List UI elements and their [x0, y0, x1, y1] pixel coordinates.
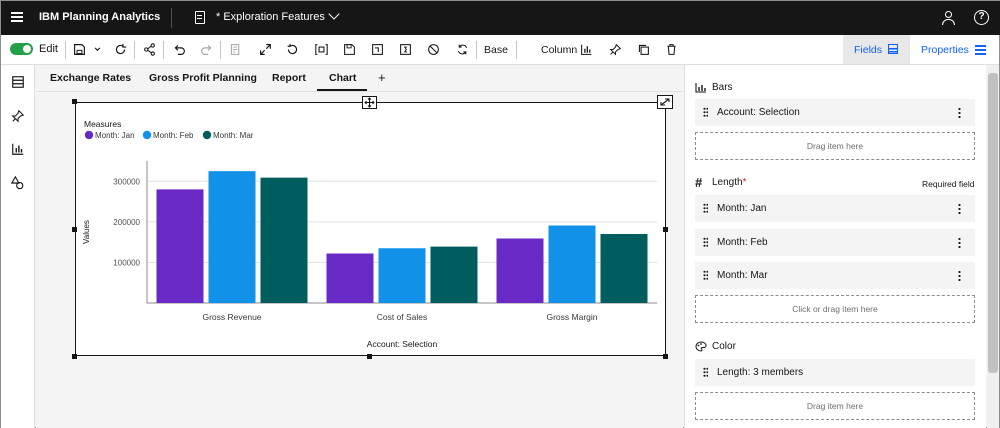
properties-tab-button[interactable]: Properties [921, 44, 969, 56]
drag-handle-icon[interactable] [703, 237, 708, 247]
left-rail [1, 65, 35, 428]
move-icon[interactable] [362, 96, 377, 109]
app-brand: IBM Planning Analytics [39, 11, 161, 23]
drag-handle-icon[interactable] [703, 367, 708, 377]
fields-tab-button[interactable]: Fields [843, 35, 910, 64]
save-view-icon[interactable] [343, 43, 356, 56]
share-icon[interactable] [143, 43, 156, 56]
tab-gross-profit-planning[interactable]: Gross Profit Planning [149, 72, 257, 84]
data-spread-icon[interactable] [371, 43, 384, 56]
refresh-icon[interactable] [114, 43, 127, 56]
maximize-icon[interactable] [259, 43, 272, 56]
save-options-chevron-icon[interactable] [93, 43, 102, 56]
tab-chart[interactable]: Chart [329, 72, 356, 84]
resize-handle[interactable] [72, 354, 77, 359]
drag-handle-icon[interactable] [703, 203, 708, 213]
help-icon[interactable]: ? [974, 10, 989, 25]
field-label: Month: Feb [717, 237, 768, 248]
resize-handle[interactable] [72, 227, 77, 232]
chart-type-button[interactable]: Column [541, 44, 577, 56]
toolbar-divider [476, 41, 477, 59]
tab-report[interactable]: Report [272, 72, 306, 84]
toolbar-divider [134, 41, 135, 59]
resize-handle[interactable] [72, 99, 77, 104]
workbook-title[interactable]: * Exploration Features [216, 11, 325, 23]
data-tree-icon[interactable] [11, 75, 25, 89]
toolbar-divider [516, 41, 517, 59]
color-section-title: Color [712, 341, 736, 352]
toolbar-divider [163, 41, 164, 59]
app-header: IBM Planning Analytics * Exploration Fea… [1, 1, 1000, 35]
pin-icon[interactable] [11, 109, 25, 123]
reset-icon[interactable] [286, 43, 299, 56]
overflow-menu-icon[interactable] [958, 203, 961, 214]
length-field-item[interactable]: Month: Feb [695, 229, 975, 256]
chart-icon[interactable] [11, 142, 25, 156]
hamburger-menu-icon[interactable] [11, 12, 23, 22]
drag-handle-icon[interactable] [703, 107, 708, 117]
bars-section-title: Bars [712, 82, 733, 93]
bars-icon [695, 83, 706, 93]
sheet-tabs: Exchange Rates Gross Profit Planning Rep… [36, 65, 683, 92]
overflow-menu-icon[interactable] [958, 107, 961, 118]
base-view-button[interactable]: Base [484, 44, 508, 56]
formula-icon[interactable] [399, 43, 412, 56]
fields-tab-label: Fields [854, 44, 883, 56]
tab-exchange-rates[interactable]: Exchange Rates [50, 72, 131, 84]
delete-icon[interactable] [665, 43, 678, 56]
workbook-icon [195, 11, 205, 24]
resize-handle[interactable] [663, 354, 668, 359]
bars-dropzone[interactable]: Drag item here [695, 132, 975, 160]
chart-widget[interactable] [75, 102, 666, 356]
resize-handle[interactable] [367, 354, 372, 359]
palette-icon [695, 341, 707, 352]
shapes-icon[interactable] [11, 176, 25, 190]
redo-icon[interactable] [200, 43, 213, 56]
no-format-icon[interactable] [427, 43, 440, 56]
drag-handle-icon[interactable] [703, 270, 708, 280]
length-title-text: Length [712, 177, 743, 188]
field-label: Month: Mar [717, 270, 768, 281]
resize-handle[interactable] [663, 227, 668, 232]
overflow-menu-icon[interactable] [958, 237, 961, 248]
required-field-text: Required field [922, 179, 975, 189]
user-icon[interactable] [941, 11, 955, 25]
field-label: Month: Jan [717, 203, 767, 214]
panel-scrollbar-thumb[interactable] [988, 73, 998, 373]
suppress-zeros-icon[interactable] [315, 43, 328, 56]
color-field-item[interactable]: Length: 3 members [695, 359, 975, 386]
expand-icon[interactable] [657, 95, 673, 109]
edit-label: Edit [39, 43, 58, 55]
calculation-icon[interactable] [229, 43, 242, 56]
overflow-menu-icon[interactable] [958, 270, 961, 281]
field-label: Account: Selection [717, 107, 800, 118]
sync-icon[interactable] [456, 43, 469, 56]
length-field-item[interactable]: Month: Jan [695, 195, 975, 222]
sliders-icon[interactable] [975, 45, 986, 55]
copy-icon[interactable] [637, 43, 650, 56]
pin-icon[interactable] [609, 43, 622, 56]
hash-icon: # [695, 175, 703, 190]
toolbar: Edit Base Column Fields Properties [1, 35, 999, 65]
length-field-item[interactable]: Month: Mar [695, 262, 975, 289]
required-marker: * [742, 177, 747, 188]
active-tab-indicator [317, 89, 367, 91]
chevron-down-icon[interactable] [328, 8, 340, 20]
header-divider [171, 8, 172, 28]
add-tab-button[interactable]: + [378, 70, 386, 85]
color-dropzone[interactable]: Drag item here [695, 392, 975, 420]
undo-icon[interactable] [173, 43, 186, 56]
length-section-title: Length* [712, 177, 747, 188]
toolbar-divider [65, 41, 66, 59]
edit-mode-toggle[interactable] [10, 43, 33, 55]
save-icon[interactable] [73, 43, 86, 56]
column-chart-icon[interactable] [580, 43, 593, 56]
bars-field-item[interactable]: Account: Selection [695, 99, 975, 126]
fields-icon [888, 44, 898, 54]
length-dropzone[interactable]: Click or drag item here [695, 295, 975, 323]
field-label: Length: 3 members [717, 367, 804, 378]
toolbar-divider [220, 41, 221, 59]
